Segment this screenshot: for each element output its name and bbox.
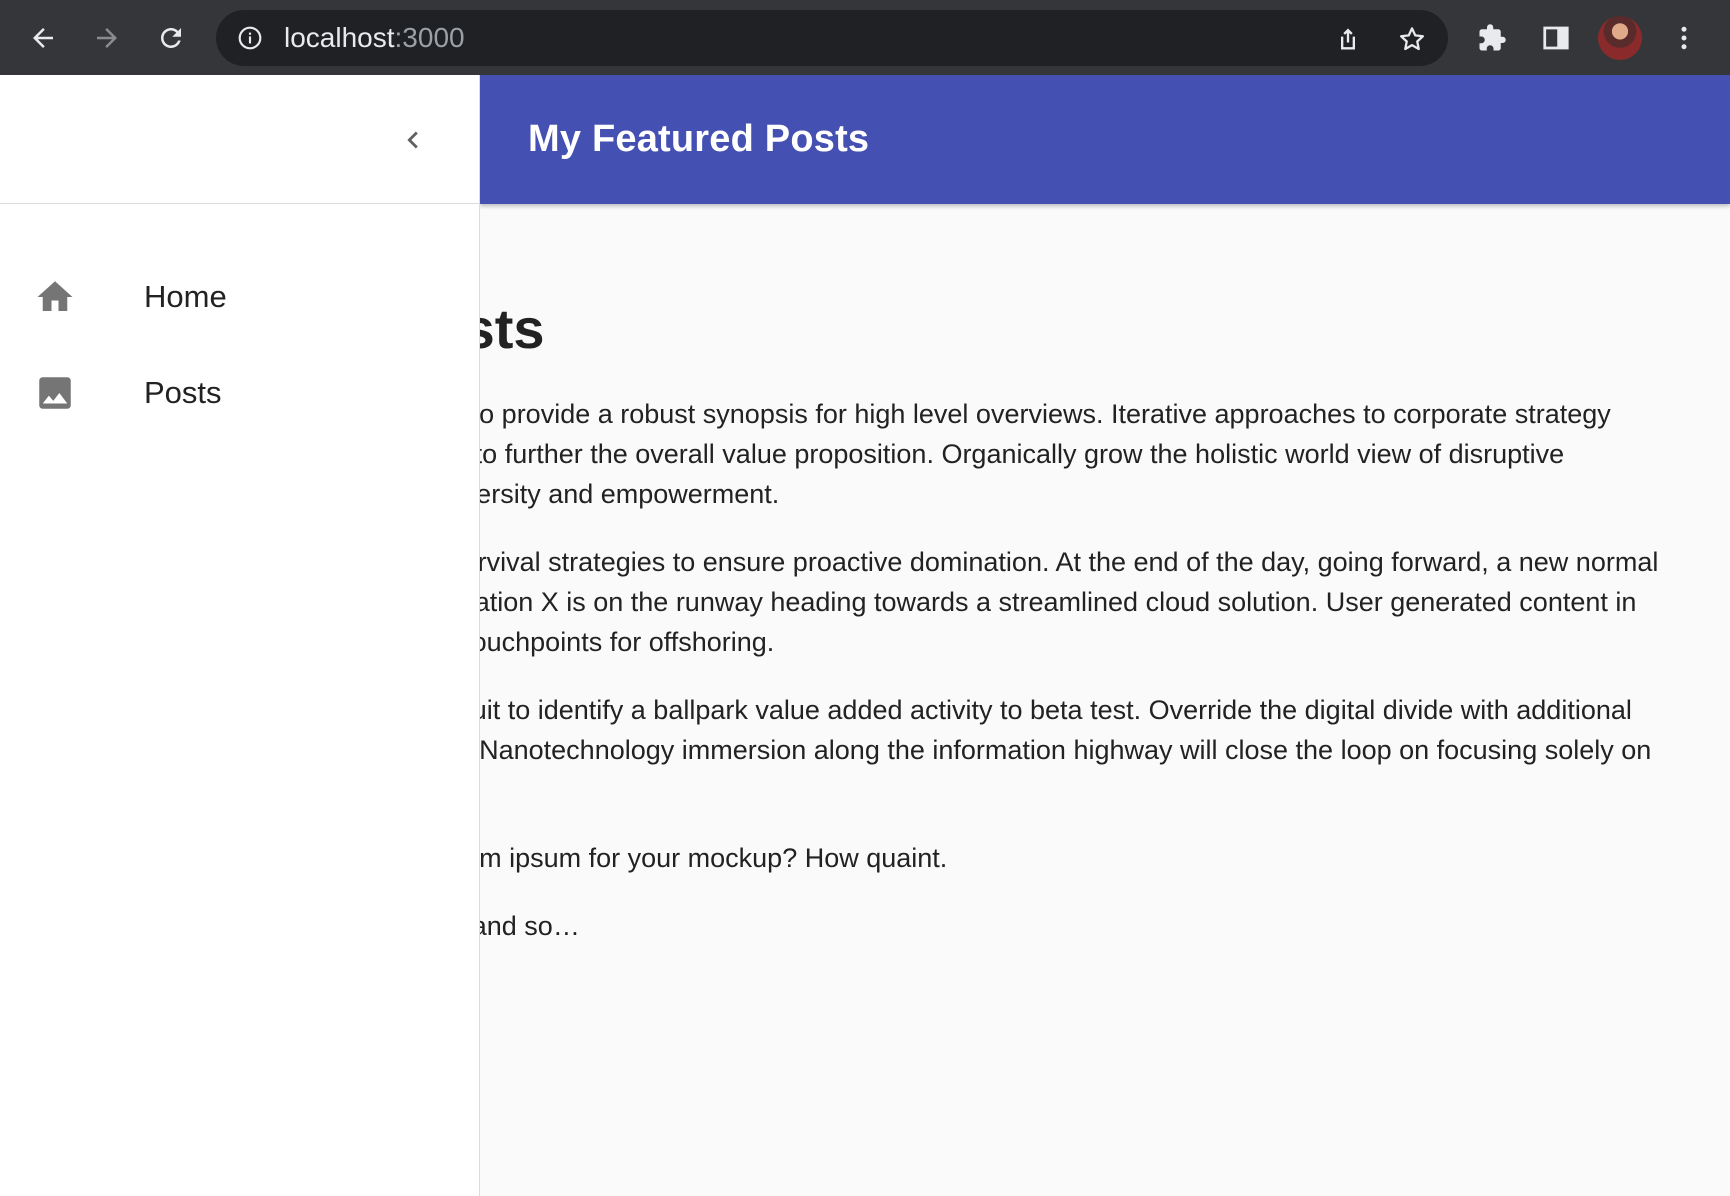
- extensions-button[interactable]: [1473, 19, 1511, 57]
- forward-button[interactable]: [88, 19, 126, 57]
- image-icon: [34, 372, 76, 414]
- share-button[interactable]: [1333, 24, 1363, 54]
- app-bar: My Featured Posts: [480, 75, 1730, 204]
- drawer-item-posts[interactable]: Posts: [0, 345, 479, 441]
- collapse-drawer-button[interactable]: [392, 119, 434, 161]
- side-panel-icon: [1543, 26, 1569, 50]
- page-viewport: Featured Posts Leverage agile frameworks…: [0, 75, 1730, 1196]
- puzzle-icon: [1479, 24, 1506, 51]
- home-icon: [34, 276, 76, 318]
- arrow-left-icon: [33, 28, 53, 48]
- app-title: My Featured Posts: [528, 118, 870, 160]
- back-button[interactable]: [24, 19, 62, 57]
- reload-button[interactable]: [152, 19, 190, 57]
- bookmark-button[interactable]: [1397, 24, 1427, 54]
- arrow-right-icon: [97, 28, 117, 48]
- drawer-item-label: Home: [144, 279, 227, 314]
- drawer-header: [0, 75, 479, 204]
- chevron-left-icon: [407, 131, 418, 149]
- profile-avatar[interactable]: [1598, 16, 1642, 60]
- browser-toolbar: localhost:3000: [0, 0, 1730, 75]
- kebab-menu-icon: [1681, 26, 1687, 50]
- star-icon: [1400, 27, 1424, 51]
- drawer-item-home[interactable]: Home: [0, 249, 479, 345]
- reload-icon: [161, 28, 181, 48]
- url-text[interactable]: localhost:3000: [284, 10, 465, 66]
- navigation-drawer: Home Posts: [0, 75, 480, 1196]
- browser-menu-button[interactable]: [1665, 19, 1703, 57]
- info-icon[interactable]: [236, 24, 264, 52]
- url-port: :3000: [394, 22, 465, 53]
- address-bar[interactable]: localhost:3000: [216, 10, 1448, 66]
- drawer-item-label: Posts: [144, 375, 222, 410]
- share-icon: [1341, 28, 1355, 50]
- side-panel-button[interactable]: [1537, 19, 1575, 57]
- url-host: localhost: [284, 22, 395, 53]
